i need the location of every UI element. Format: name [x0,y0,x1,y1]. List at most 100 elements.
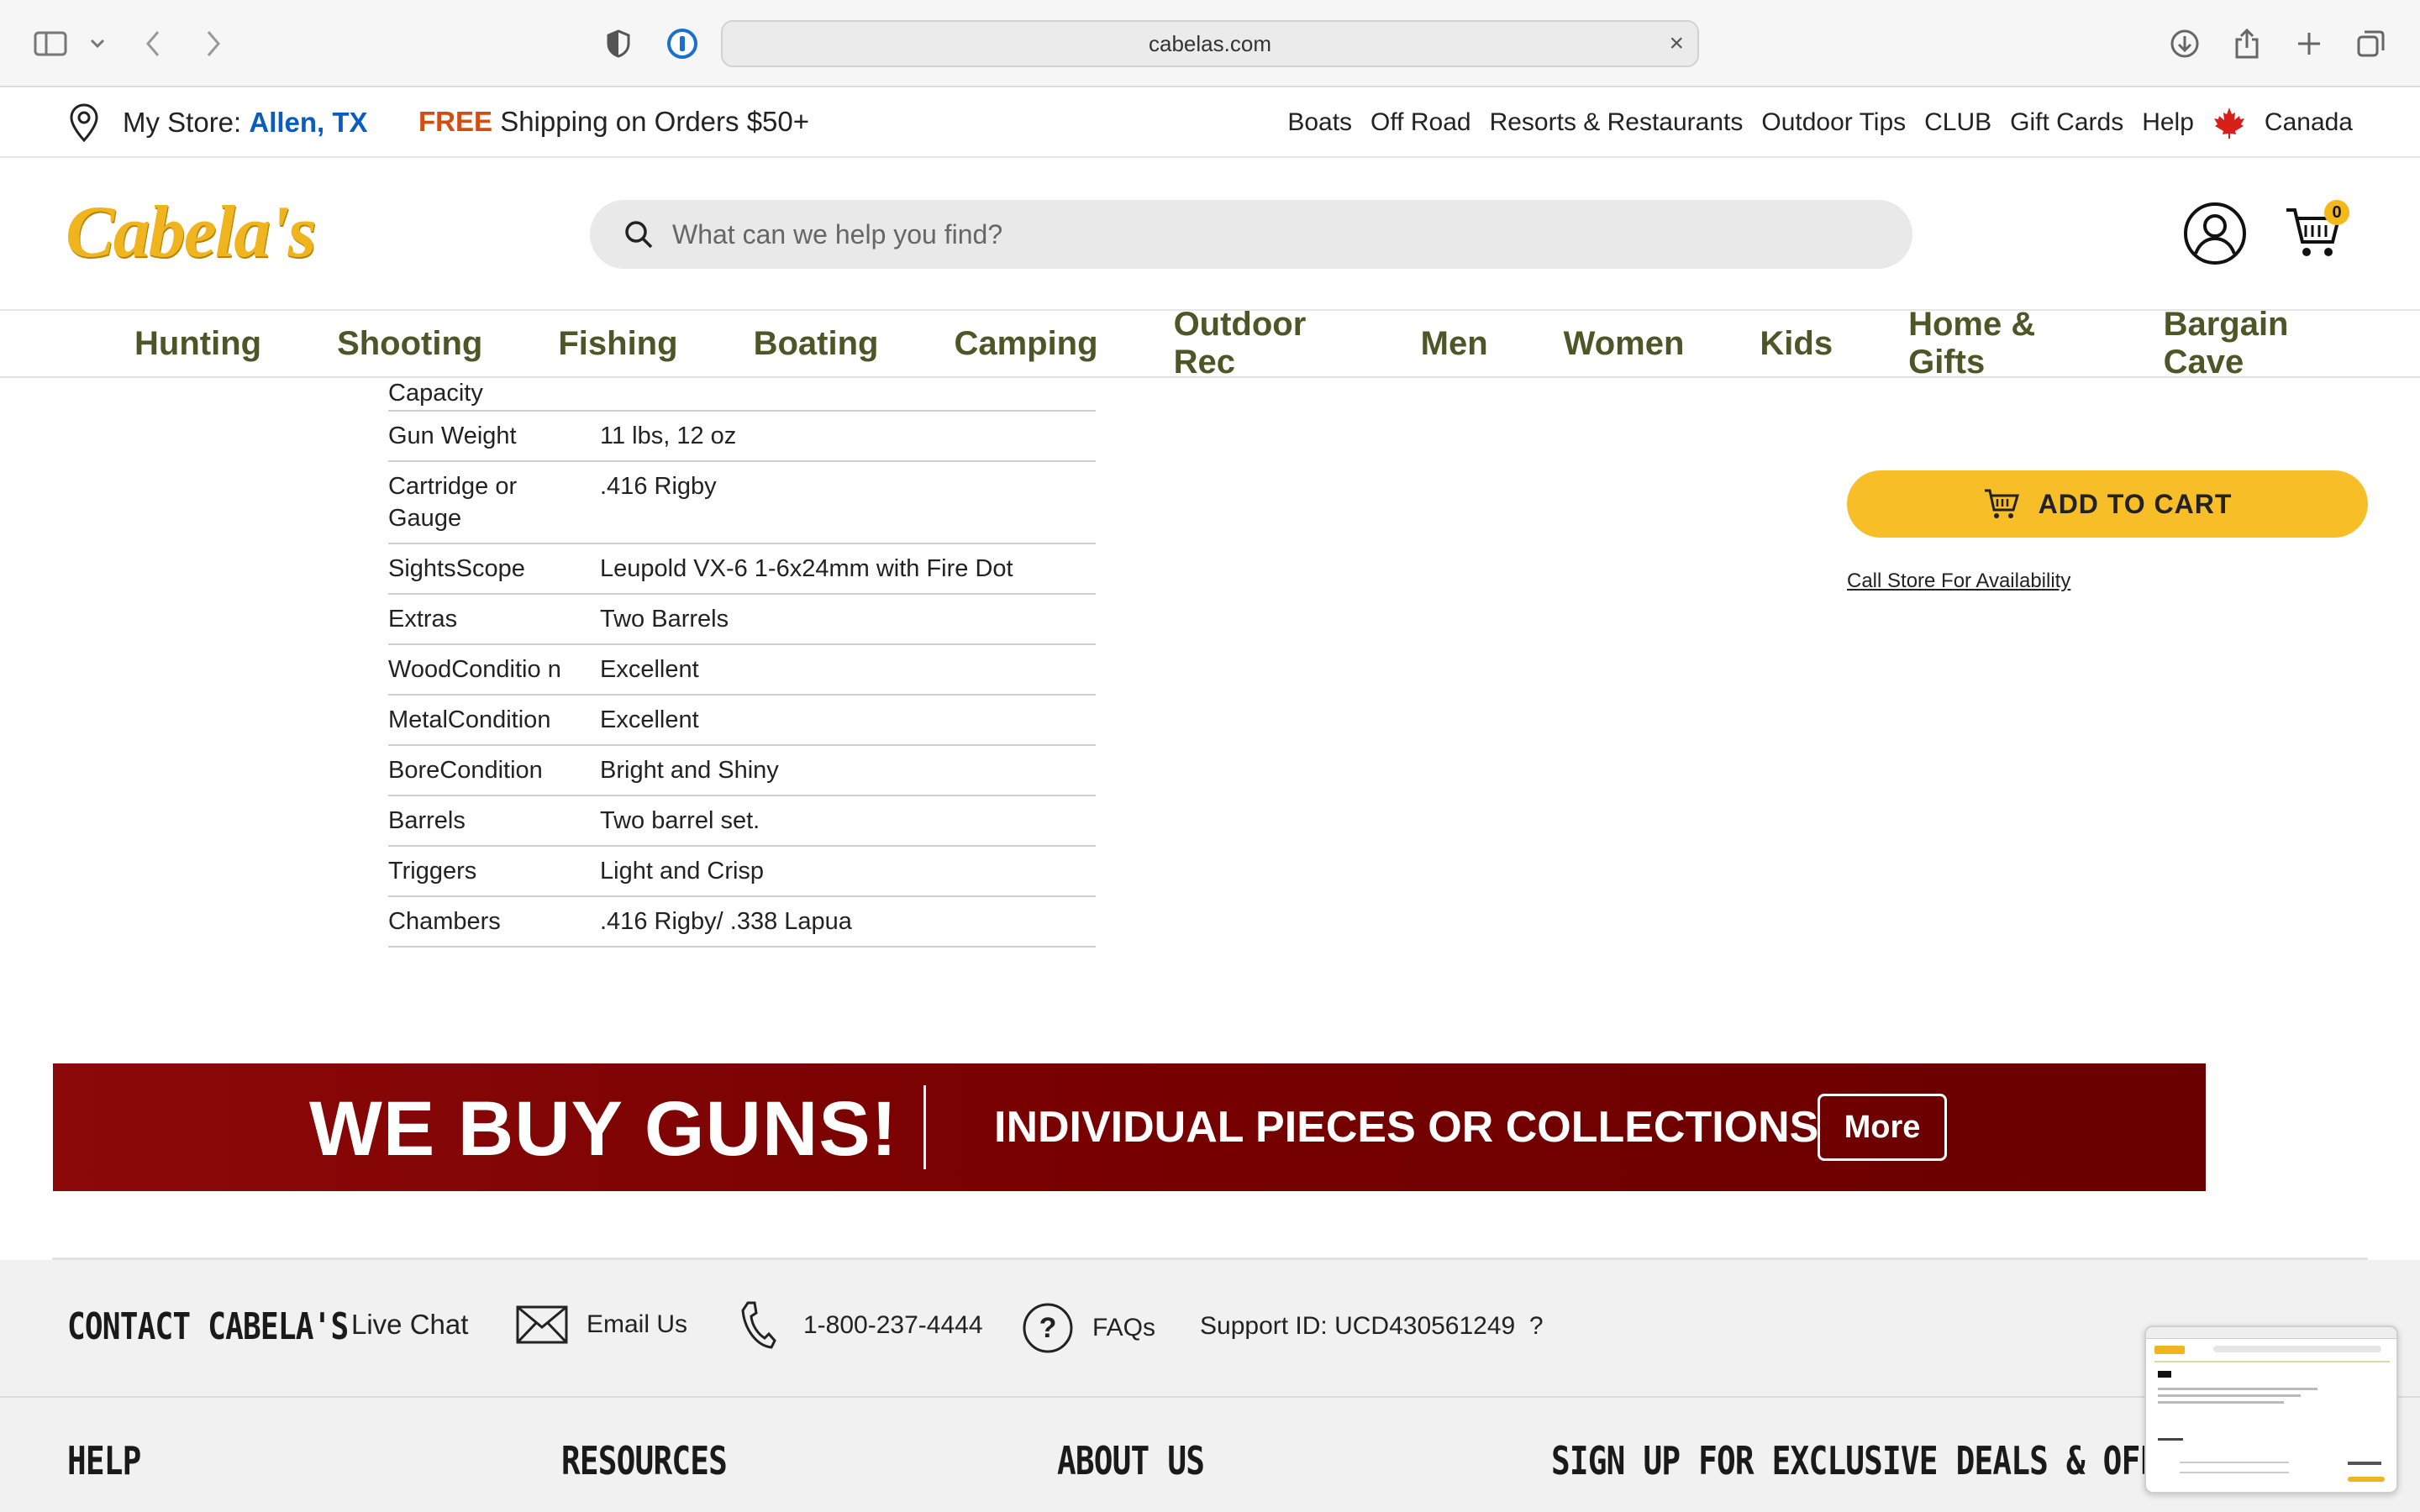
support-id-text: Support ID: UCD430561249 [1200,1312,1516,1340]
table-row: BoreCondition Bright and Shiny [388,746,1096,796]
browser-toolbar: cabelas.com × [0,0,2420,87]
table-row: Chambers .416 Rigby/ .338 Lapua [388,897,1096,948]
spec-label: BoreCondition [388,757,543,784]
search-input[interactable] [672,218,1849,250]
nav-camping[interactable]: Camping [954,325,1097,363]
util-link-resorts[interactable]: Resorts & Restaurants [1490,108,1744,137]
table-row: WoodConditio n Excellent [388,645,1096,696]
svg-text:?: ? [1039,1312,1057,1344]
new-tab-icon[interactable] [2291,25,2328,62]
phone-number: 1-800-237-4444 [803,1311,983,1339]
footer-col-sign-up[interactable]: SIGN UP FOR EXCLUSIVE DEALS & OFFERS [1551,1438,2214,1483]
spec-value: Two barrel set. [600,807,760,834]
nav-men[interactable]: Men [1421,325,1488,363]
banner-more-button[interactable]: More [1818,1094,1947,1161]
screenshot-thumbnail[interactable] [2144,1326,2398,1494]
table-row: SightsScope Leupold VX-6 1-6x24mm with Fi… [388,544,1096,595]
envelope-icon [516,1305,568,1344]
cart-icon[interactable]: 0 [2284,200,2351,262]
spec-label: Capacity [388,380,483,407]
spec-label: Extras [388,606,458,633]
table-row: Capacity [388,378,1096,412]
maple-leaf-icon [2213,108,2244,139]
my-store[interactable]: My Store: Allen, TX [67,102,368,143]
country-label: Canada [2264,108,2353,136]
util-link-boats[interactable]: Boats [1287,108,1352,137]
cart-count-badge: 0 [2324,200,2349,225]
location-pin-icon [70,103,98,143]
contact-bar: CONTACT CABELA'S Live Chat Email Us 1-80… [0,1260,2420,1398]
footer-col-about-us[interactable]: ABOUT US [1057,1438,1205,1483]
tab-overview-icon[interactable] [2353,25,2390,62]
banner-subline: INDIVIDUAL PIECES OR COLLECTIONS [994,1103,1819,1152]
footer-col-help[interactable]: HELP [67,1438,141,1483]
we-buy-guns-banner[interactable]: WE BUY GUNS! INDIVIDUAL PIECES OR COLLEC… [53,1063,2206,1191]
nav-bargain-cave[interactable]: Bargain Cave [2164,306,2344,381]
account-icon[interactable] [2183,202,2247,270]
forward-icon[interactable] [195,25,232,62]
banner-headline: WE BUY GUNS! [309,1086,898,1172]
util-link-off-road[interactable]: Off Road [1370,108,1471,137]
spec-label: SightsScope [388,555,525,582]
email-us-label: Email Us [587,1310,688,1338]
table-row: MetalCondition Excellent [388,696,1096,746]
phone-link[interactable]: 1-800-237-4444 [739,1300,983,1351]
util-link-help[interactable]: Help [2142,108,2194,137]
shipping-text: Shipping on Orders $50+ [500,106,810,137]
search-bar[interactable] [590,200,1912,269]
password-manager-icon[interactable] [664,25,701,62]
footer-col-resources[interactable]: RESOURCES [561,1438,728,1483]
spec-label: Chambers [388,908,501,935]
spec-label: Barrels [388,807,466,834]
store-name[interactable]: Allen, TX [249,107,367,139]
nav-kids[interactable]: Kids [1760,325,1833,363]
spec-value: 11 lbs, 12 oz [600,423,737,449]
share-icon[interactable] [2228,25,2265,62]
util-link-club[interactable]: CLUB [1924,108,1991,137]
spec-label: WoodConditio n [388,656,561,683]
util-link-outdoor-tips[interactable]: Outdoor Tips [1761,108,1906,137]
nav-women[interactable]: Women [1564,325,1685,363]
clear-url-icon[interactable]: × [1669,31,1684,56]
nav-outdoor-rec[interactable]: Outdoor Rec [1174,306,1345,381]
privacy-shield-icon[interactable] [600,25,637,62]
table-row: Cartridge or Gauge .416 Rigby [388,462,1096,544]
utility-links: Boats Off Road Resorts & Restaurants Out… [1287,106,2353,139]
store-label: My Store: [123,107,242,138]
nav-boating[interactable]: Boating [754,325,879,363]
email-us-link[interactable]: Email Us [516,1305,687,1344]
help-circle-icon: ? [1023,1303,1073,1353]
spec-label: Triggers [388,858,477,885]
nav-shooting[interactable]: Shooting [337,325,482,363]
nav-fishing[interactable]: Fishing [558,325,677,363]
spec-label: Gun Weight [388,423,517,449]
support-id-help[interactable]: ? [1529,1312,1544,1341]
spec-value: Leupold VX-6 1-6x24mm with Fire Dot [600,555,1013,582]
back-icon[interactable] [134,25,171,62]
address-bar[interactable]: cabelas.com × [721,20,1699,67]
spec-label: Cartridge or Gauge [388,473,518,532]
add-to-cart-button[interactable]: ADD TO CART [1847,470,2368,538]
free-label: FREE [418,106,493,137]
nav-hunting[interactable]: Hunting [134,325,261,363]
cart-icon [1984,489,2019,518]
specs-table: Capacity Gun Weight 11 lbs, 12 oz Cartrid… [388,378,1096,948]
nav-home-gifts[interactable]: Home & Gifts [1908,306,2087,381]
spec-label: MetalCondition [388,706,551,733]
spec-value: Light and Crisp [600,858,765,885]
spec-value: .416 Rigby/ .338 Lapua [600,908,852,935]
chevron-down-icon[interactable] [79,25,116,62]
faqs-link[interactable]: ? FAQs [1022,1302,1155,1354]
live-chat-link[interactable]: Live Chat [351,1309,468,1341]
sidebar-toggle-icon[interactable] [32,25,69,62]
call-store-link[interactable]: Call Store For Availability [1847,570,2070,593]
util-link-gift-cards[interactable]: Gift Cards [2010,108,2123,137]
search-icon[interactable] [622,218,655,251]
faqs-label: FAQs [1092,1314,1156,1341]
country-selector[interactable]: Canada [2212,106,2353,139]
shipping-promo[interactable]: FREE Shipping on Orders $50+ [418,106,809,138]
main-nav: Hunting Shooting Fishing Boating Camping… [0,306,2420,381]
cabelas-logo[interactable]: Cabela's [66,190,317,275]
spec-value: Excellent [600,656,699,683]
downloads-icon[interactable] [2166,25,2203,62]
